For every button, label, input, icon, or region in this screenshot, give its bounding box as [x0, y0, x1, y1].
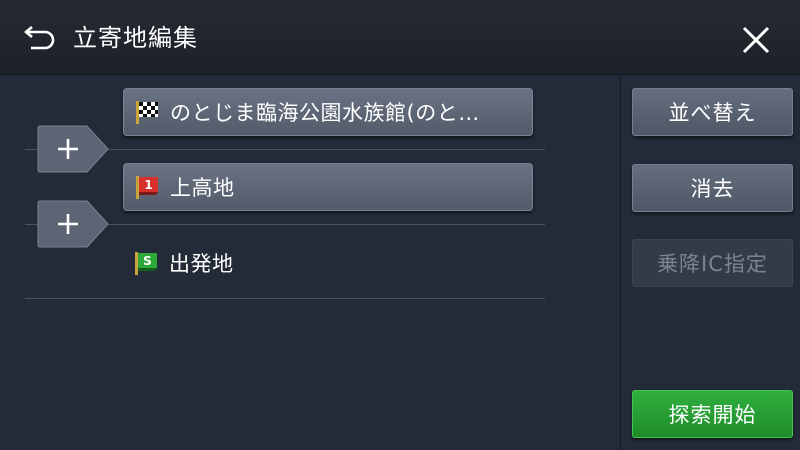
divider: [25, 298, 545, 299]
waypoint-label: 上高地: [170, 176, 235, 200]
waypoint-1[interactable]: 1 上高地: [123, 163, 533, 211]
add-waypoint-button[interactable]: [37, 200, 109, 248]
svg-text:1: 1: [144, 178, 152, 192]
header-bar: 立寄地編集: [0, 0, 800, 75]
svg-text:S: S: [143, 254, 152, 268]
back-arrow-icon: [23, 26, 55, 50]
sort-button[interactable]: 並べ替え: [632, 88, 793, 136]
back-button[interactable]: [20, 22, 60, 54]
ic-setting-button[interactable]: 乗降IC指定: [632, 239, 793, 287]
close-icon: [742, 26, 770, 54]
page-title: 立寄地編集: [73, 24, 198, 52]
waypoint-list: のとじま臨海公園水族館(のと… 1 上高地 S 出発地: [0, 75, 620, 450]
delete-button[interactable]: 消去: [632, 164, 793, 212]
waypoint-origin: S 出発地: [123, 239, 533, 287]
add-waypoint-button[interactable]: [37, 125, 109, 173]
waypoint-edit-screen: 立寄地編集 のとじま臨海公園水族館(のと… 1 上高地 S 出発地 並べ替え 消…: [0, 0, 800, 450]
close-button[interactable]: [736, 22, 776, 58]
waypoint-label: のとじま臨海公園水族館(のと…: [170, 101, 480, 125]
checkered-flag-icon: [136, 101, 158, 124]
green-flag-s-icon: S: [135, 252, 157, 275]
waypoint-destination[interactable]: のとじま臨海公園水族館(のと…: [123, 88, 533, 136]
waypoint-label: 出発地: [169, 252, 234, 276]
red-flag-1-icon: 1: [136, 176, 158, 199]
start-search-button[interactable]: 探索開始: [632, 390, 793, 438]
action-panel: 並べ替え 消去 乗降IC指定 探索開始: [620, 75, 800, 450]
